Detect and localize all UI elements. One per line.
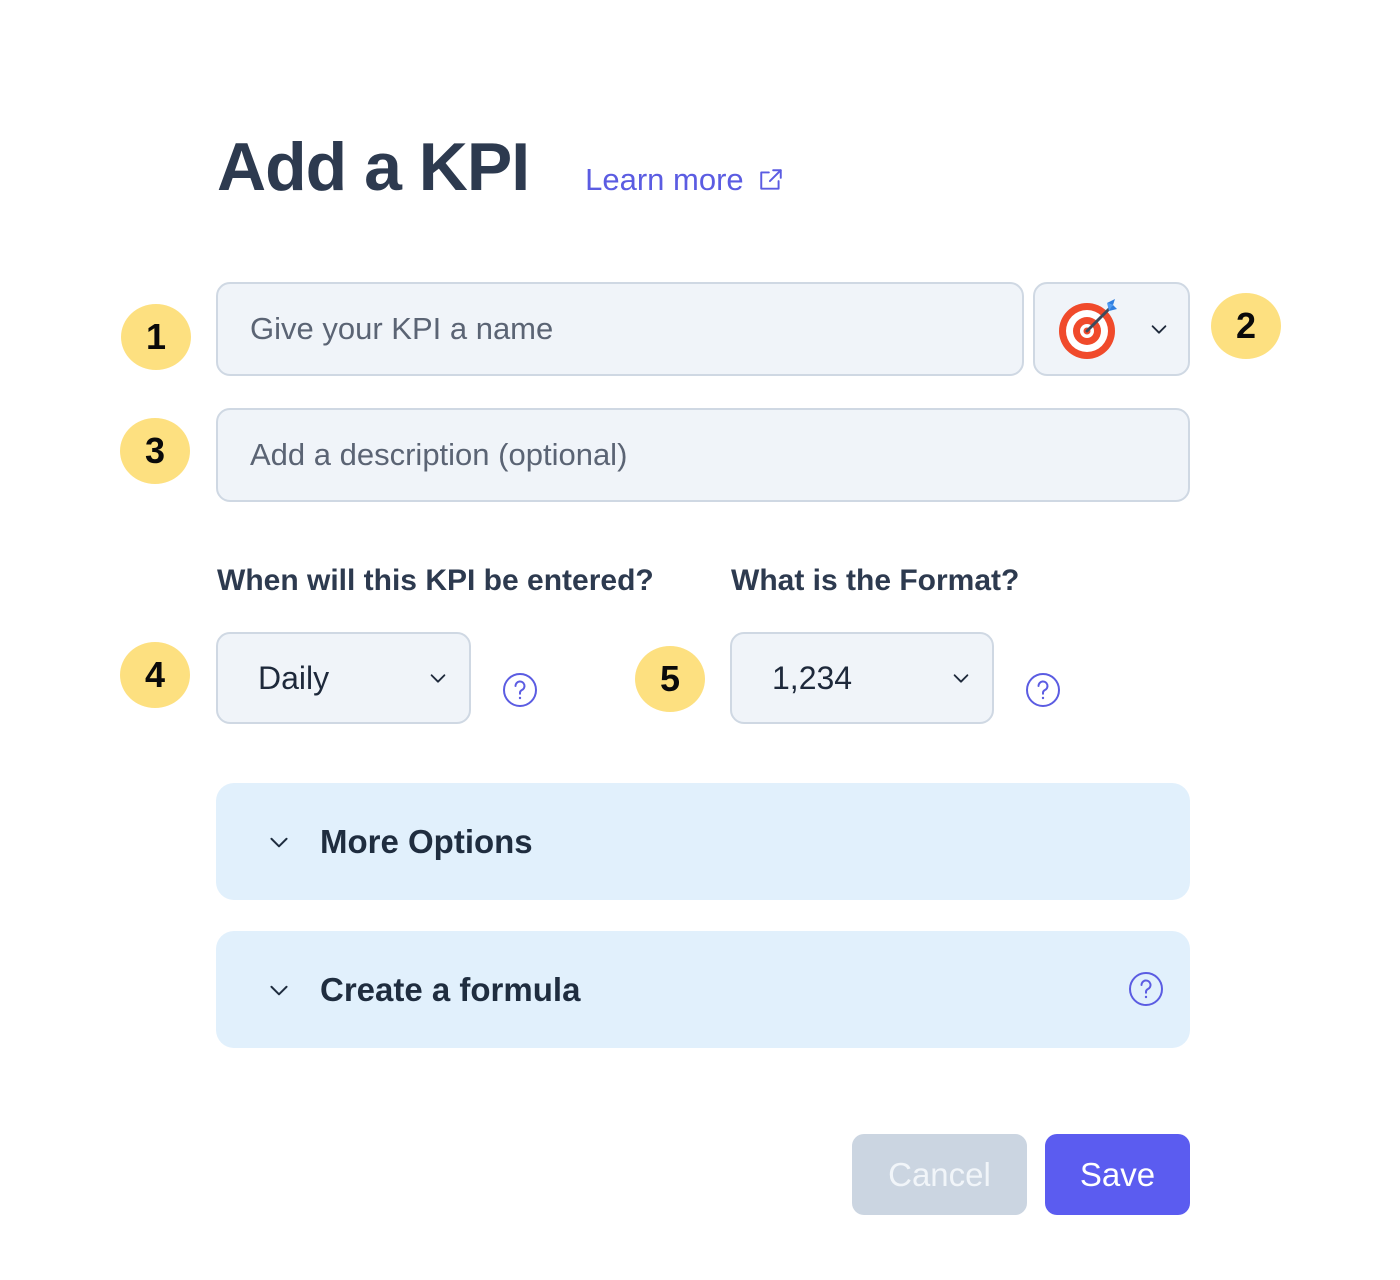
chevron-down-icon	[270, 985, 288, 995]
learn-more-link[interactable]: Learn more	[585, 162, 784, 198]
frequency-value: Daily	[258, 659, 330, 696]
kpi-description-input[interactable]	[218, 410, 1188, 500]
format-value: 1,234	[772, 659, 853, 696]
target-bullseye-icon	[1059, 299, 1117, 359]
external-link-icon	[759, 169, 782, 190]
step-badge-2: 2	[1211, 293, 1281, 359]
more-options-label: More Options	[320, 822, 533, 860]
kpi-name-input[interactable]	[218, 284, 1022, 374]
format-select[interactable]: 1,234	[730, 632, 994, 724]
more-options-section[interactable]: More Options	[216, 783, 1190, 900]
step-badge-3: 3	[120, 418, 190, 484]
step-badge-4: 4	[120, 642, 190, 708]
formula-help-icon[interactable]	[1128, 971, 1164, 1007]
format-label: What is the Format?	[731, 564, 1020, 597]
chevron-down-icon	[1151, 325, 1167, 334]
frequency-help-icon[interactable]	[502, 672, 538, 708]
chevron-down-icon	[953, 674, 969, 683]
chevron-down-icon	[270, 837, 288, 847]
save-button[interactable]: Save	[1045, 1134, 1190, 1215]
frequency-select[interactable]: Daily	[216, 632, 471, 724]
chevron-down-icon	[430, 674, 446, 683]
kpi-name-field[interactable]	[216, 282, 1024, 376]
header: Add a KPI Learn more	[217, 128, 784, 206]
frequency-label: When will this KPI be entered?	[217, 564, 654, 597]
format-help-icon[interactable]	[1025, 672, 1061, 708]
kpi-description-field[interactable]	[216, 408, 1190, 502]
learn-more-label: Learn more	[585, 162, 744, 197]
create-formula-section[interactable]: Create a formula	[216, 931, 1190, 1048]
cancel-button[interactable]: Cancel	[852, 1134, 1027, 1215]
kpi-icon-picker[interactable]	[1033, 282, 1190, 376]
page-title: Add a KPI	[217, 129, 530, 205]
create-formula-label: Create a formula	[320, 970, 581, 1008]
step-badge-5: 5	[635, 646, 705, 712]
step-badge-1: 1	[121, 304, 191, 370]
